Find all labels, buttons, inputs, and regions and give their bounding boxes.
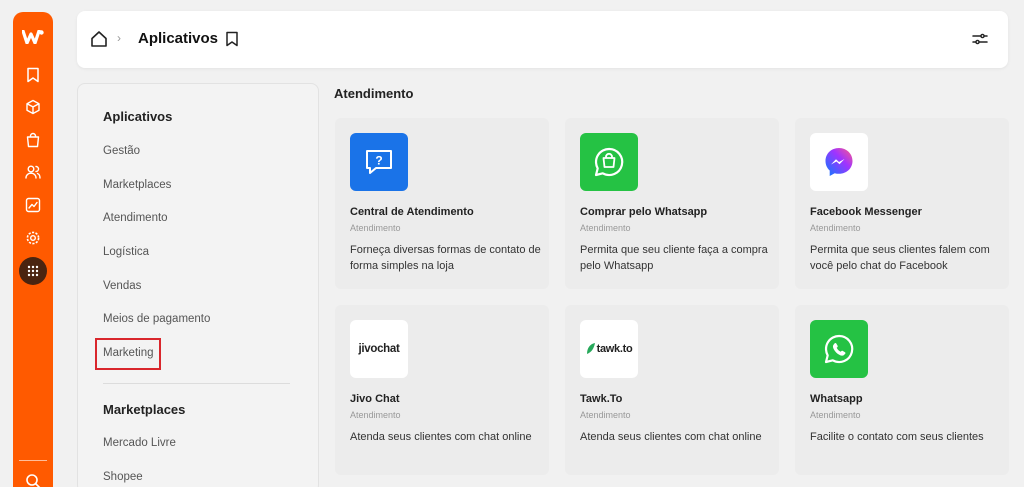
brand-logo[interactable] [22,30,44,44]
tawkto-logo: tawk.to [580,320,638,378]
app-name: Comprar pelo Whatsapp [580,206,708,218]
sidebar-item-marketing[interactable]: Marketing [103,347,154,359]
sidebar-item-meios-de-pagamento[interactable]: Meios de pagamento [103,313,210,325]
jivochat-logo-text: jivochat [358,343,400,355]
sidebar-section-title: Aplicativos [103,109,173,124]
search-icon[interactable] [24,472,42,487]
svg-text:?: ? [375,154,382,168]
question-chat-icon: ? [350,133,408,191]
category-sidebar: Aplicativos Gestão Marketplaces Atendime… [77,83,319,487]
whatsapp-icon [810,320,868,378]
app-category: Atendimento [350,223,401,233]
app-description: Atenda seus clientes com chat online [580,431,762,443]
tawkto-logo-text: tawk.to [596,343,633,355]
whatsapp-bag-icon [580,133,638,191]
app-category: Atendimento [810,410,861,420]
sidebar-item-shopee[interactable]: Shopee [103,471,143,483]
box-icon[interactable] [24,98,42,116]
app-name: Central de Atendimento [350,206,474,218]
app-description: Permita que seu cliente faça a compra pe… [580,244,768,272]
rail-divider [19,460,47,461]
sidebar-item-gestao[interactable]: Gestão [103,145,140,157]
app-name: Whatsapp [810,393,863,405]
app-description: Facilite o contato com seus clientes [810,431,984,443]
app-category: Atendimento [580,410,631,420]
app-card-whatsapp[interactable]: Whatsapp Atendimento Facilite o contato … [795,305,1009,475]
app-card-comprar-pelo-whatsapp[interactable]: Comprar pelo Whatsapp Atendimento Permit… [565,118,779,289]
sidebar-item-atendimento[interactable]: Atendimento [103,212,168,224]
app-name: Facebook Messenger [810,206,922,218]
sidebar-item-logistica[interactable]: Logística [103,246,149,258]
home-icon[interactable] [90,30,108,48]
app-category: Atendimento [350,410,401,420]
sidebar-item-marketplaces[interactable]: Marketplaces [103,179,171,191]
app-card-central-de-atendimento[interactable]: ? Central de Atendimento Atendimento For… [335,118,549,289]
bookmark-page-icon[interactable] [225,31,239,47]
chart-icon[interactable] [24,196,42,214]
app-category: Atendimento [810,223,861,233]
breadcrumb-separator: › [117,31,121,45]
jivochat-logo: jivochat [350,320,408,378]
sidebar-divider [103,383,290,384]
sidebar-item-vendas[interactable]: Vendas [103,280,141,292]
app-description: Forneça diversas formas de contato de fo… [350,244,541,272]
filter-settings-icon[interactable] [972,31,988,47]
app-category: Atendimento [580,223,631,233]
app-card-tawk-to[interactable]: tawk.to Tawk.To Atendimento Atenda seus … [565,305,779,475]
app-name: Tawk.To [580,393,623,405]
nav-rail [13,12,53,487]
users-icon[interactable] [24,163,42,181]
apps-grid-icon[interactable] [19,257,47,285]
sidebar-section-title: Marketplaces [103,402,186,417]
sidebar-item-mercado-livre[interactable]: Mercado Livre [103,437,176,449]
app-card-facebook-messenger[interactable]: Facebook Messenger Atendimento Permita q… [795,118,1009,289]
app-description: Permita que seus clientes falem com você… [810,244,990,272]
messenger-icon [810,133,868,191]
app-name: Jivo Chat [350,393,400,405]
bookmark-icon[interactable] [24,66,42,84]
page-title: Aplicativos [138,30,219,47]
app-card-jivo-chat[interactable]: jivochat Jivo Chat Atendimento Atenda se… [335,305,549,475]
section-heading: Atendimento [334,86,414,101]
bag-icon[interactable] [24,131,42,149]
gear-icon[interactable] [24,229,42,247]
app-description: Atenda seus clientes com chat online [350,431,532,443]
top-header: › Aplicativos [77,11,1008,68]
tawkto-leaf-icon [586,343,595,354]
